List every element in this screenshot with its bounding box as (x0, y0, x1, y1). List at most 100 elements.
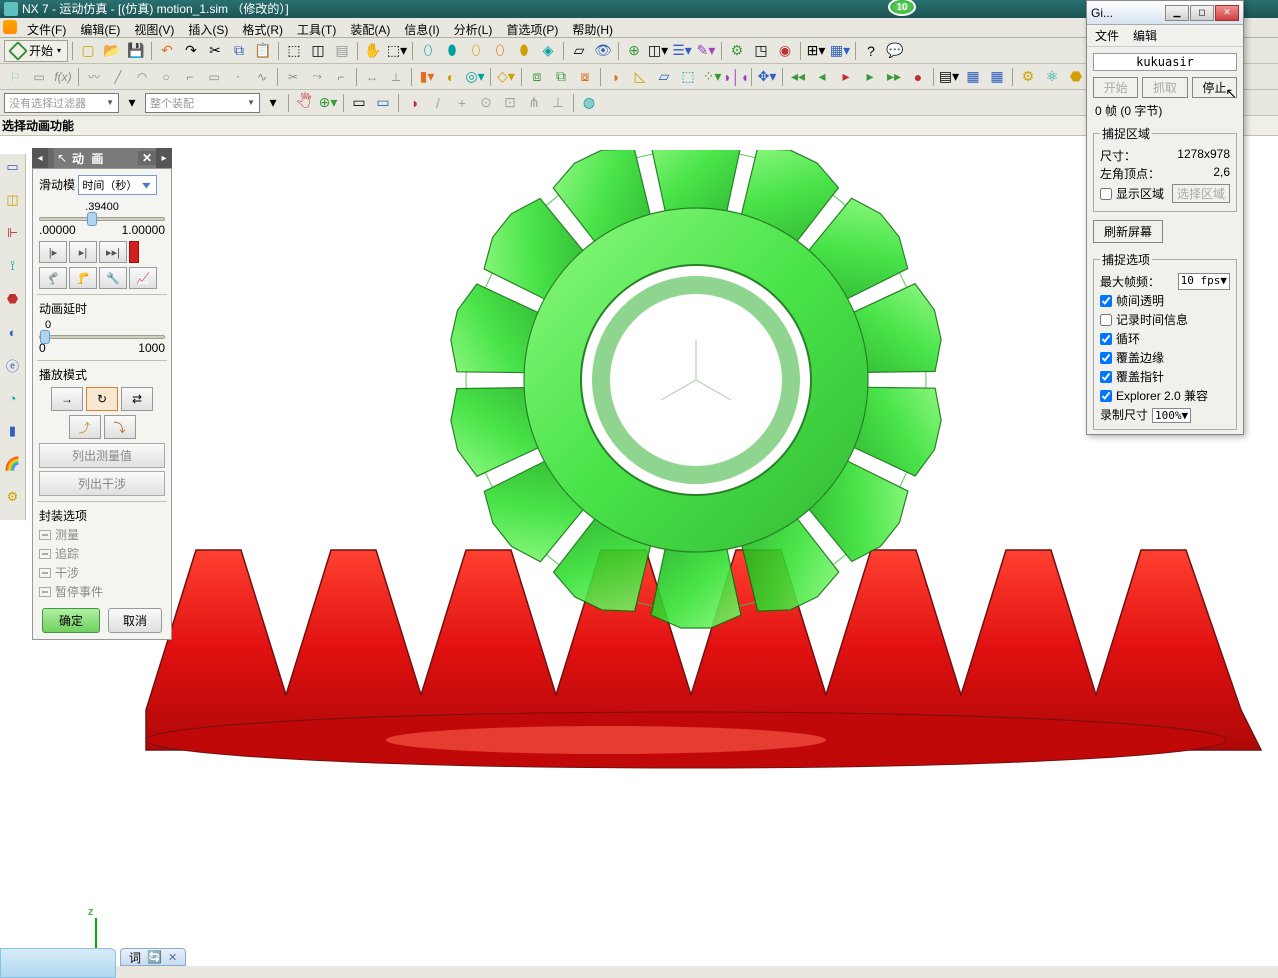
gif-transparent-check[interactable] (1100, 295, 1112, 307)
menu-tools[interactable]: 工具(T) (290, 18, 343, 37)
redo-icon[interactable]: ↷ (180, 40, 202, 62)
vs-ie-icon[interactable]: ⓔ (2, 354, 24, 376)
m-chamf-icon[interactable]: ◺ (629, 66, 651, 88)
cmd1-icon[interactable]: ⬚ (283, 40, 305, 62)
m-revolve-icon[interactable]: ◐ (440, 66, 462, 88)
sk-pt-icon[interactable]: ⋅ (227, 66, 249, 88)
help1-icon[interactable]: ? (860, 40, 882, 62)
slide-mode-combo[interactable]: 时间（秒） (78, 175, 157, 195)
gif-select-region-button[interactable]: 选择区域 (1172, 184, 1230, 203)
pref1-icon[interactable]: ⚙ (726, 40, 748, 62)
win2-icon[interactable]: ▦▾ (829, 40, 851, 62)
vs-role-icon[interactable]: ▮ (2, 420, 24, 442)
cut-icon[interactable]: ✂ (204, 40, 226, 62)
play-step-icon[interactable]: ▸| (69, 241, 97, 263)
vs-sys-icon[interactable]: 🌈 (2, 453, 24, 475)
gif-menu-edit[interactable]: 编辑 (1133, 27, 1157, 44)
vs-sim-icon[interactable]: ⚙ (2, 486, 24, 508)
vs-reuse-icon[interactable]: ⬣ (2, 288, 24, 310)
mode-graph2-icon[interactable]: ⤵ (104, 415, 136, 439)
sk-ext-icon[interactable]: ⤳ (306, 66, 328, 88)
snap4-icon[interactable]: ⊙ (475, 92, 497, 114)
snap1-icon[interactable]: ◑ (403, 92, 425, 114)
snap2-icon[interactable]: / (427, 92, 449, 114)
start-button[interactable]: 开始 ▾ (4, 40, 68, 62)
delay-slider[interactable] (39, 335, 165, 339)
pb-rec-icon[interactable]: ● (907, 66, 929, 88)
dock-handle[interactable] (0, 948, 116, 978)
wire3-icon[interactable]: ⬮ (513, 40, 535, 62)
vs-hd3d-icon[interactable]: ◐ (2, 321, 24, 343)
gif-max-icon[interactable]: ◻ (1190, 5, 1214, 21)
play-first-icon[interactable]: |▸ (39, 241, 67, 263)
gif-refresh-button[interactable]: 刷新屏幕 (1093, 220, 1163, 243)
pb-last-icon[interactable]: ▸▸ (883, 66, 905, 88)
gif-fps-combo[interactable]: 10 fps▼ (1178, 273, 1230, 290)
sk-rect-icon[interactable]: ▭ (203, 66, 225, 88)
dock-close-icon[interactable]: ✕ (168, 951, 177, 964)
list-interf-button[interactable]: 列出干涉 (39, 471, 165, 496)
m-int-icon[interactable]: ⧇ (574, 66, 596, 88)
pb-play-icon[interactable]: ▸ (835, 66, 857, 88)
vs-part-icon[interactable]: ⟟ (2, 255, 24, 277)
paste-icon[interactable]: 📋 (252, 40, 274, 62)
mode-graph1-icon[interactable]: ⤴ (69, 415, 101, 439)
sk-arc-icon[interactable]: ◠ (131, 66, 153, 88)
gif-grab-button[interactable]: 抓取 (1142, 77, 1187, 98)
m-sub-icon[interactable]: ⧉ (550, 66, 572, 88)
mk1-icon[interactable]: ▭ (348, 92, 370, 114)
see-icon[interactable]: 👁 (592, 40, 614, 62)
vs-nav-icon[interactable]: ▭ (2, 156, 24, 178)
assembly-combo[interactable]: 整个装配 (145, 93, 260, 113)
filter-drop-icon[interactable]: ▾ (121, 92, 143, 114)
m-blend-icon[interactable]: ◗ (605, 66, 627, 88)
open-icon[interactable]: 📂 (101, 40, 123, 62)
mode-loop-icon[interactable]: ↻ (86, 387, 118, 411)
dock-tab[interactable]: 词 🔄 ✕ (120, 948, 186, 966)
sk-trim-icon[interactable]: ✂ (282, 66, 304, 88)
panel-prev-icon[interactable]: ◂ (32, 148, 48, 168)
sk-fx-icon[interactable]: f(x) (52, 66, 74, 88)
fn-c-icon[interactable]: ⬣ (1065, 66, 1087, 88)
ok-button[interactable]: 确定 (42, 608, 100, 633)
anim-tool-icon[interactable]: 🔧 (99, 267, 127, 289)
sk-circle-icon[interactable]: ○ (155, 66, 177, 88)
copy-icon[interactable]: ⧉ (228, 40, 250, 62)
sk-name-icon[interactable]: ▭ (28, 66, 50, 88)
menu-prefs[interactable]: 首选项(P) (499, 18, 565, 37)
menu-edit[interactable]: 编辑(E) (73, 18, 127, 37)
menu-insert[interactable]: 插入(S) (181, 18, 235, 37)
gif-start-button[interactable]: 开始 (1093, 77, 1138, 98)
vs-asm-icon[interactable]: ◫ (2, 189, 24, 211)
m-mirr-icon[interactable]: ◗│◖ (725, 66, 747, 88)
sk-spline-icon[interactable]: ∿ (251, 66, 273, 88)
m-hole-icon[interactable]: ◎▾ (464, 66, 486, 88)
snap6-icon[interactable]: ⋔ (523, 92, 545, 114)
m-draft-icon[interactable]: ▱ (653, 66, 675, 88)
gif-explorer-check[interactable] (1100, 390, 1112, 402)
gif-recsize-combo[interactable]: 100%▼ (1152, 408, 1191, 423)
opt-interf-check[interactable] (39, 568, 51, 578)
m-shell-icon[interactable]: ⬚ (677, 66, 699, 88)
undo-icon[interactable]: ↶ (156, 40, 178, 62)
mode-once-icon[interactable]: → (51, 387, 83, 411)
menu-help[interactable]: 帮助(H) (565, 18, 620, 37)
gif-name-field[interactable]: kukuasir (1093, 53, 1237, 71)
gr-layer-icon[interactable]: ▤▾ (938, 66, 960, 88)
cancel-button[interactable]: 取消 (108, 608, 162, 633)
help2-icon[interactable]: 💬 (884, 40, 906, 62)
anim-line-icon[interactable]: 📈 (129, 267, 157, 289)
anim-pose-icon[interactable]: 🦿 (39, 267, 67, 289)
cmd3-icon[interactable]: ▤ (331, 40, 353, 62)
sk-line-icon[interactable]: ╱ (107, 66, 129, 88)
dock-refresh-icon[interactable]: 🔄 (147, 950, 162, 964)
panel-close-icon[interactable]: ✕ (138, 151, 156, 165)
gif-close-icon[interactable]: ✕ (1215, 5, 1239, 21)
gif-recordtime-check[interactable] (1100, 314, 1112, 326)
shade1-icon[interactable]: ⬯ (417, 40, 439, 62)
edit-obj-icon[interactable]: ✎▾ (695, 40, 717, 62)
gif-loop-check[interactable] (1100, 333, 1112, 345)
play-stop-icon[interactable] (129, 241, 139, 263)
m-datum-icon[interactable]: ◇▾ (495, 66, 517, 88)
pb-fwd-icon[interactable]: ▸ (859, 66, 881, 88)
